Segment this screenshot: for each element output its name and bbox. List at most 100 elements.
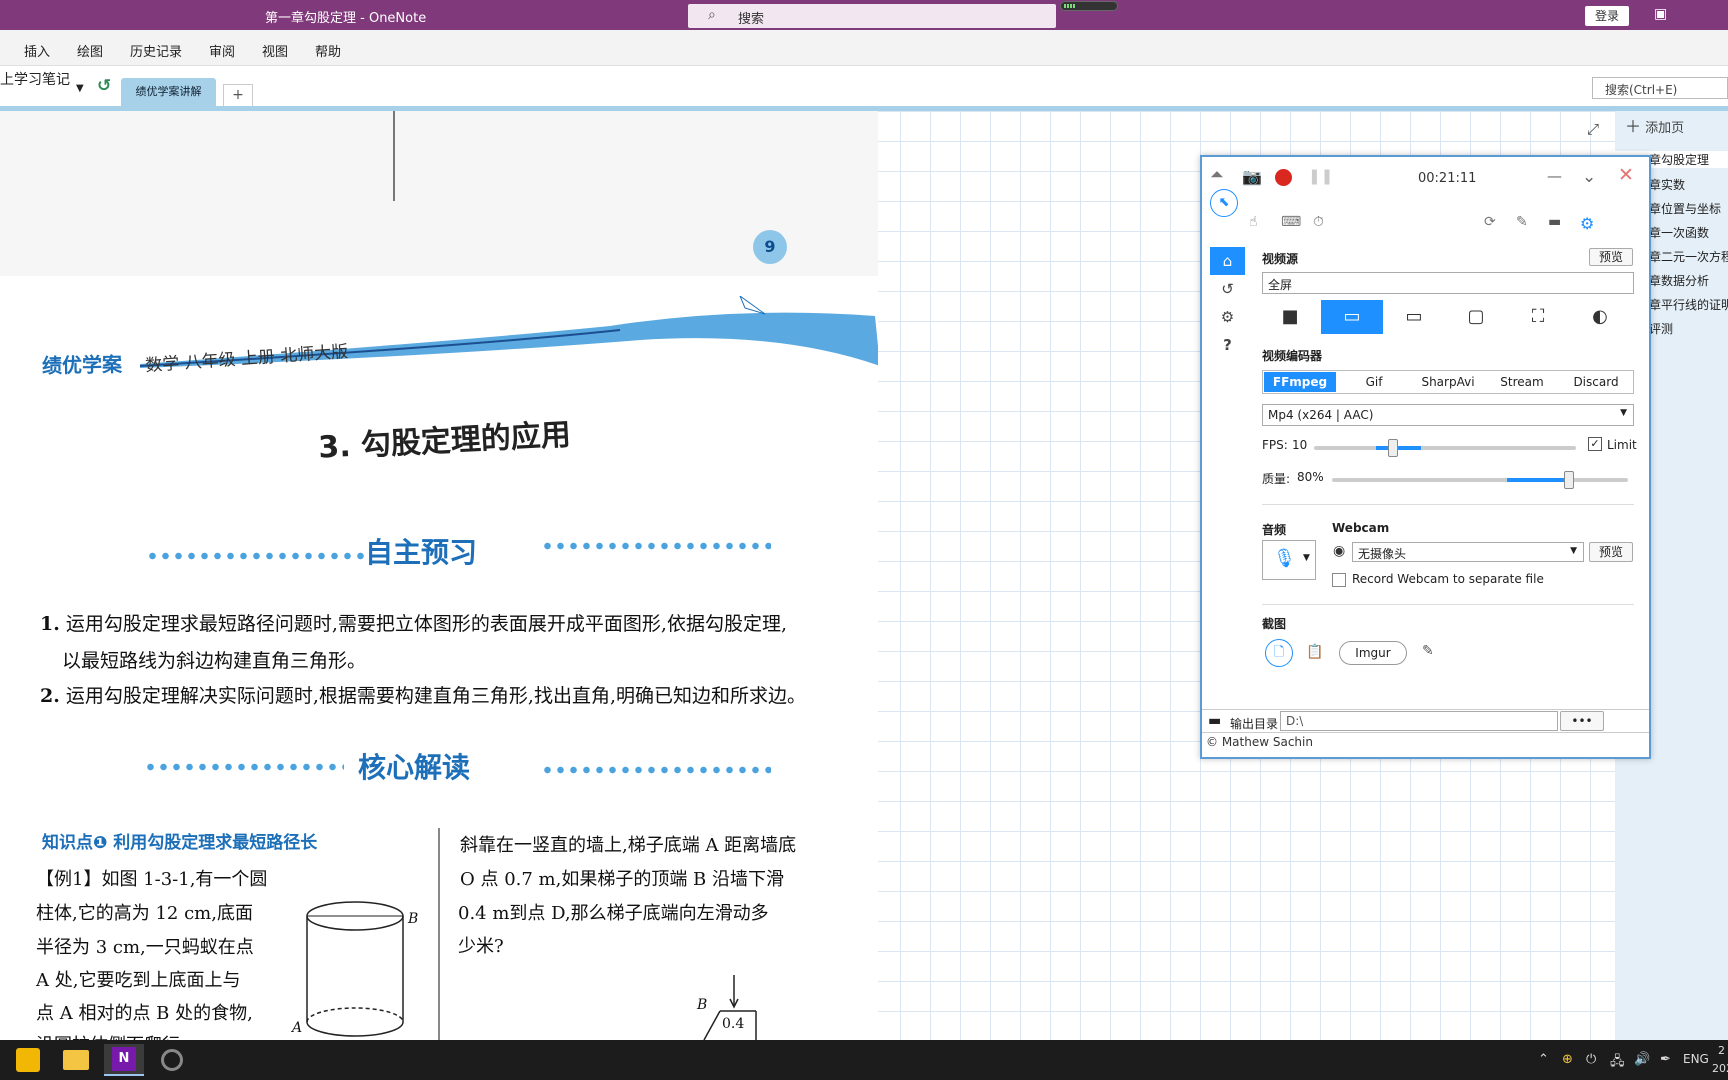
encoder-sharpavi[interactable]: SharpAvi: [1412, 372, 1484, 392]
webcam-source-icon[interactable]: ■: [1259, 300, 1321, 334]
page-item[interactable]: 章一次函数: [1649, 224, 1728, 241]
point-number: 1.: [40, 613, 60, 635]
source-field[interactable]: 全屏: [1262, 272, 1634, 294]
undo-icon[interactable]: ↺: [97, 76, 111, 96]
fps-slider-thumb[interactable]: [1388, 439, 1398, 457]
ribbon-menu: 插入 绘图 历史记录 审阅 视图 帮助: [0, 30, 1728, 66]
encoder-stream[interactable]: Stream: [1486, 372, 1558, 392]
page-number: 9: [753, 230, 787, 264]
encoder-ffmpeg[interactable]: FFmpeg: [1264, 372, 1336, 392]
menu-insert[interactable]: 插入: [24, 41, 50, 60]
format-select[interactable]: Mp4 (x264 | AAC) ▼: [1262, 404, 1634, 426]
clock-time[interactable]: 2: [1718, 1044, 1725, 1057]
screen-source-icon[interactable]: ▭: [1321, 300, 1383, 334]
record-webcam-checkbox[interactable]: [1332, 573, 1346, 587]
menu-help[interactable]: 帮助: [315, 41, 341, 60]
fps-slider-fill: [1376, 446, 1421, 450]
menu-review[interactable]: 审阅: [209, 41, 235, 60]
quality-slider-thumb[interactable]: [1564, 471, 1574, 489]
output-path-field[interactable]: D:\: [1280, 711, 1558, 731]
encoder-gif[interactable]: Gif: [1338, 372, 1410, 392]
page-item[interactable]: 章平行线的证明: [1649, 296, 1728, 313]
divider: [1262, 504, 1634, 505]
title-search-box[interactable]: ⌕ 搜索: [688, 4, 1056, 28]
history-icon[interactable]: ↺: [1210, 275, 1245, 303]
imgur-button[interactable]: Imgur: [1339, 641, 1407, 665]
notebook-name[interactable]: 上学习笔记: [0, 69, 70, 89]
language-indicator[interactable]: ENG: [1683, 1052, 1709, 1066]
audio-source-button[interactable]: 🎙 ▼: [1262, 540, 1316, 580]
brush-icon[interactable]: ✎: [1516, 214, 1528, 230]
chevron-down-icon: ▼: [1570, 546, 1577, 556]
webcam-preview-button[interactable]: 预览: [1589, 542, 1633, 562]
minimize-icon[interactable]: —: [1547, 167, 1562, 185]
figure-label-b: B: [697, 997, 708, 1013]
clipboard-icon[interactable]: 📋: [1306, 644, 1323, 660]
cursor-icon[interactable]: ⬉: [1210, 189, 1238, 217]
divider: [1262, 604, 1634, 605]
quality-slider[interactable]: [1332, 471, 1628, 489]
folder-icon[interactable]: ▬: [1208, 713, 1221, 729]
pause-icon[interactable]: ❚❚: [1308, 167, 1333, 185]
add-page-button[interactable]: ＋ 添加页: [1625, 113, 1684, 137]
more-button[interactable]: •••: [1560, 711, 1604, 731]
menu-view[interactable]: 视图: [262, 41, 288, 60]
hand-icon[interactable]: ☝: [1249, 214, 1258, 230]
volume-icon[interactable]: 🔊: [1634, 1052, 1650, 1067]
page-item[interactable]: 章实数: [1649, 176, 1728, 193]
dotted-rule: [144, 762, 344, 772]
menu-history[interactable]: 历史记录: [130, 41, 182, 60]
onenote-app-icon[interactable]: N: [104, 1044, 144, 1076]
network-icon[interactable]: 🖧: [1610, 1052, 1625, 1074]
explorer-app-icon[interactable]: [56, 1044, 96, 1076]
webcam-select[interactable]: 无摄像头 ▼: [1352, 542, 1584, 562]
refresh-icon[interactable]: ⟳: [1484, 214, 1496, 230]
page-item[interactable]: 评测: [1649, 320, 1728, 337]
clock-date[interactable]: 202: [1712, 1062, 1728, 1075]
chevron-down-icon[interactable]: ▼: [76, 83, 84, 94]
fps-slider[interactable]: [1314, 439, 1576, 457]
restore-window-icon[interactable]: ▣: [1654, 6, 1667, 22]
monitor-source-icon[interactable]: ▭: [1383, 300, 1445, 334]
player-icon: [16, 1048, 40, 1072]
folder-icon[interactable]: ▬: [1548, 214, 1561, 230]
limit-checkbox[interactable]: ✓: [1588, 437, 1602, 451]
recorder-app-icon[interactable]: [152, 1044, 192, 1076]
gamepad-source-icon[interactable]: ◐: [1569, 300, 1631, 334]
limit-label: Limit: [1607, 438, 1637, 452]
page-item[interactable]: 章二元一次方程: [1649, 248, 1728, 265]
source-preview-button[interactable]: 预览: [1589, 248, 1633, 266]
pen-icon[interactable]: ✒: [1660, 1052, 1671, 1067]
menu-draw[interactable]: 绘图: [77, 41, 103, 60]
window-source-icon[interactable]: ▢: [1445, 300, 1507, 334]
encoder-discard[interactable]: Discard: [1560, 372, 1632, 392]
power-icon[interactable]: ⏻: [1586, 1052, 1596, 1067]
timer-icon[interactable]: ⏱: [1313, 214, 1324, 230]
save-to-file-icon[interactable]: 🗋: [1265, 639, 1293, 667]
settings-icon[interactable]: ⚙: [1580, 214, 1594, 233]
figure-label-b: B: [408, 911, 419, 927]
edit-icon[interactable]: ✎: [1422, 643, 1434, 659]
record-button[interactable]: [1275, 169, 1292, 186]
example-line: 沿圆柱体侧面爬行: [36, 1031, 180, 1040]
gear-icon[interactable]: ⚙: [1210, 303, 1245, 331]
help-icon[interactable]: ?: [1210, 331, 1245, 359]
add-section-button[interactable]: +: [223, 84, 253, 106]
plus-circle-icon[interactable]: ⊕: [1562, 1052, 1573, 1067]
home-icon[interactable]: ⌂: [1210, 247, 1245, 275]
player-app-icon[interactable]: [8, 1044, 48, 1076]
page-item[interactable]: 章数据分析: [1649, 272, 1728, 289]
keyboard-icon[interactable]: ⌨: [1281, 214, 1301, 230]
camera-icon[interactable]: 📷: [1242, 167, 1262, 186]
login-button[interactable]: 登录: [1585, 6, 1629, 26]
close-icon[interactable]: ✕: [1618, 164, 1634, 186]
region-source-icon[interactable]: ⛶: [1507, 300, 1569, 334]
collapse-down-icon[interactable]: ⌄: [1582, 167, 1596, 187]
section-tab[interactable]: 绩优学案讲解: [121, 78, 216, 106]
timer: 00:21:11: [1418, 171, 1477, 186]
collapse-up-icon[interactable]: ⏶: [1210, 165, 1224, 185]
expand-icon[interactable]: ⤢: [1587, 120, 1599, 138]
page-search-input[interactable]: 搜索(Ctrl+E): [1592, 77, 1728, 99]
chevron-up-icon[interactable]: ⌃: [1538, 1052, 1549, 1067]
page-item[interactable]: 章位置与坐标: [1649, 200, 1728, 217]
